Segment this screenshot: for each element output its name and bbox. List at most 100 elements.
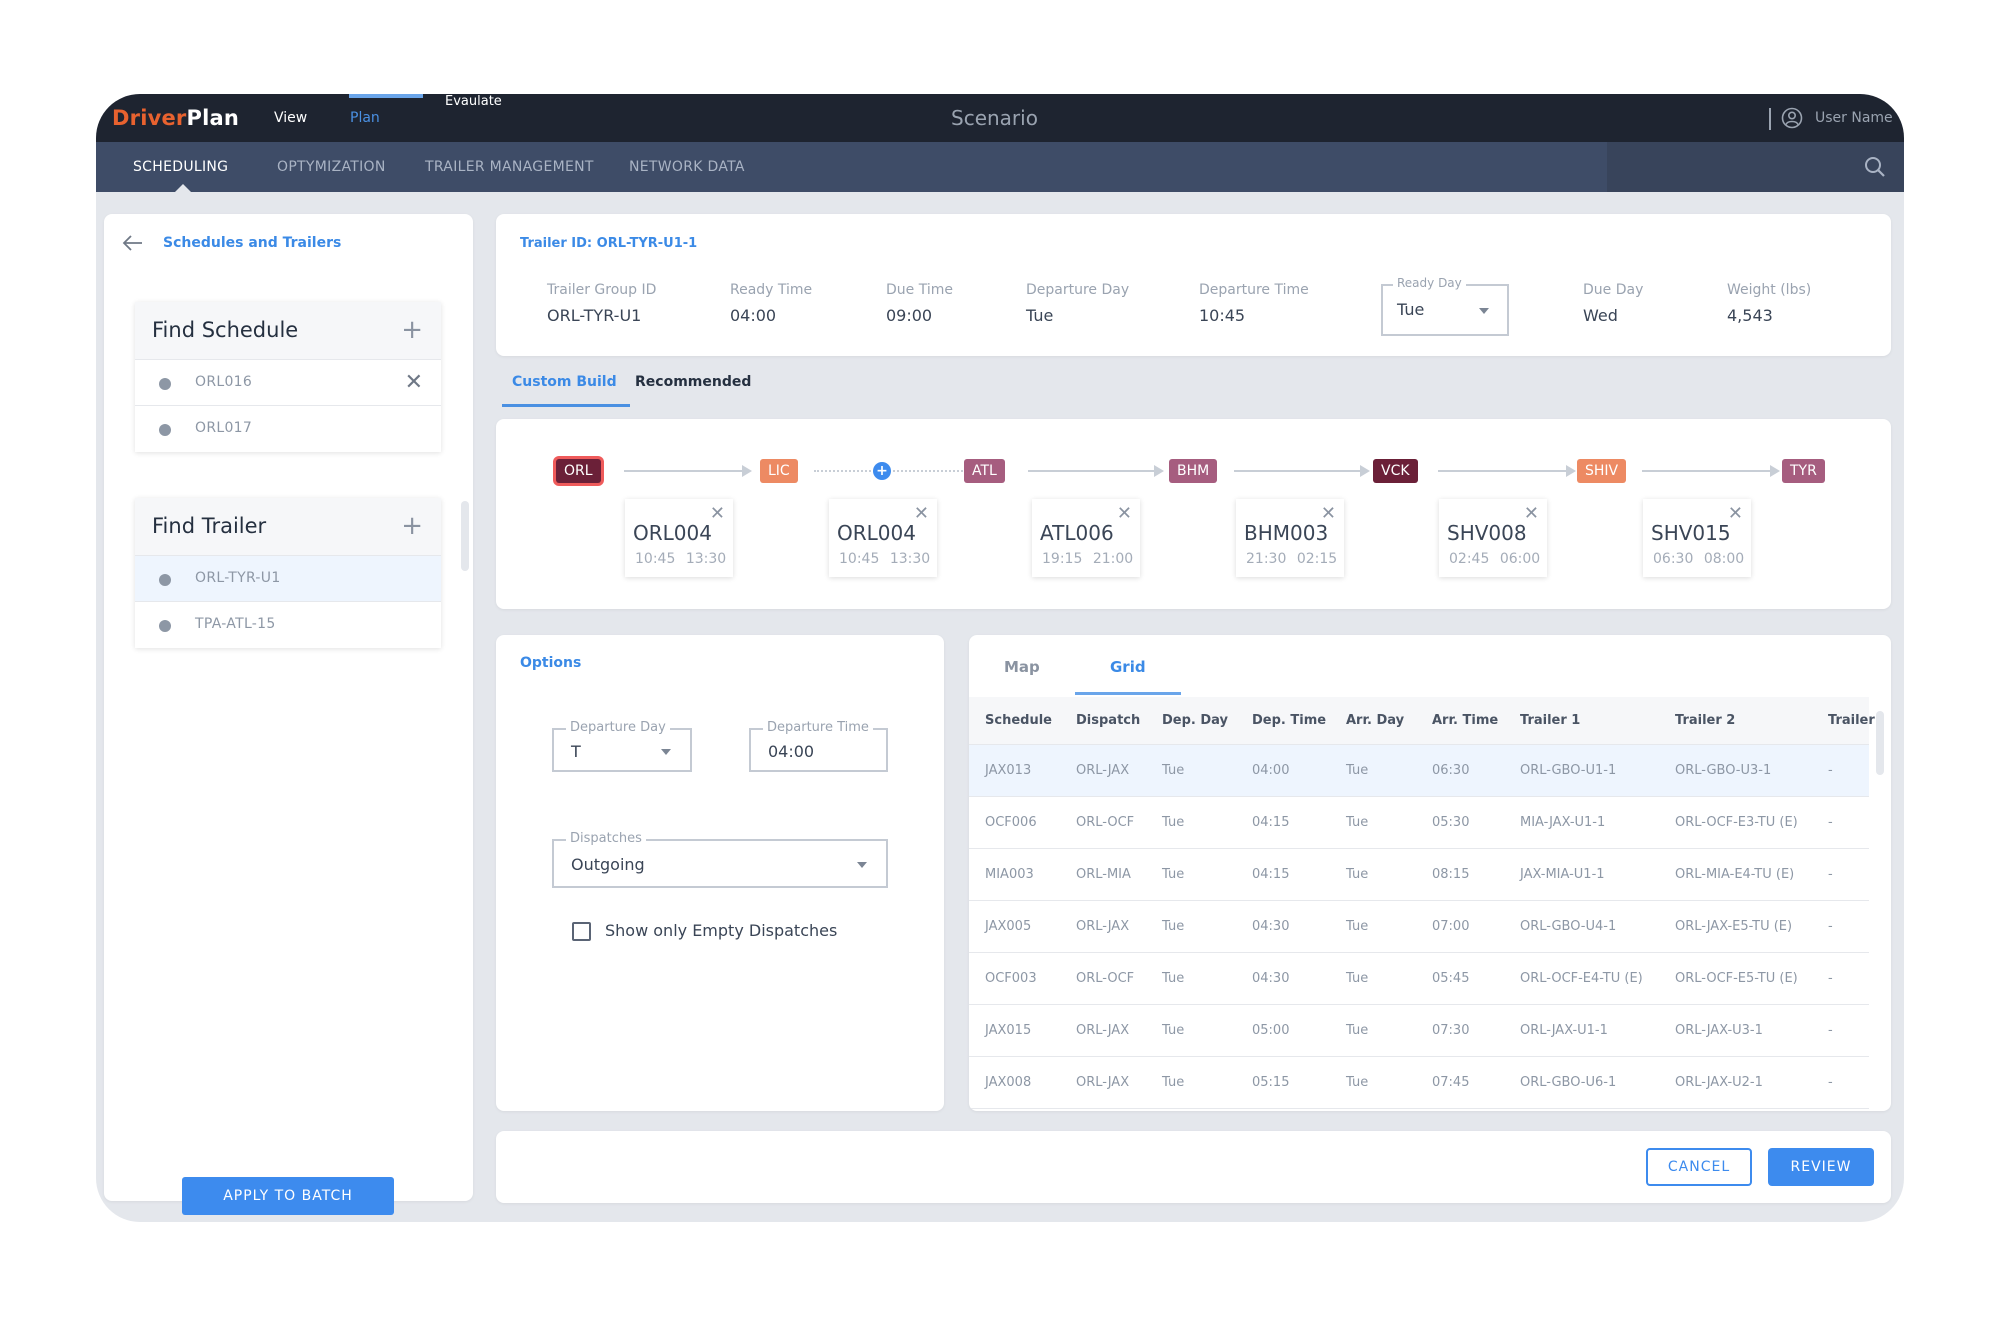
column-header[interactable]: Dispatch — [1076, 697, 1140, 745]
empty-dispatches-label[interactable]: Show only Empty Dispatches — [605, 921, 837, 940]
table-cell: ORL-JAX-E5-TU (E) — [1675, 919, 1793, 934]
sidebar-scrollbar[interactable] — [461, 501, 469, 571]
stop-badge[interactable]: TYR — [1782, 459, 1825, 483]
apply-to-batch-button[interactable]: APPLY TO BATCH — [182, 1177, 394, 1215]
schedule-times: 10:45 13:30 — [839, 551, 930, 567]
arrow-right-icon — [1154, 465, 1164, 477]
table-cell: - — [1828, 763, 1833, 778]
table-cell: JAX-MIA-U1-1 — [1520, 867, 1605, 882]
cancel-button[interactable]: CANCEL — [1646, 1148, 1752, 1186]
add-schedule-icon[interactable]: + — [401, 317, 423, 343]
action-footer: CANCEL REVIEW — [496, 1131, 1891, 1203]
add-trailer-icon[interactable]: + — [401, 513, 423, 539]
table-cell: Tue — [1346, 763, 1369, 778]
stop-badge[interactable]: VCK — [1373, 459, 1418, 483]
stop-badge[interactable]: LIC — [760, 459, 798, 483]
logo: DriverPlan — [112, 106, 239, 130]
active-tab-indicator — [502, 404, 630, 407]
nav-evaluate[interactable]: Evaulate — [445, 94, 502, 109]
remove-icon[interactable]: ✕ — [405, 370, 423, 395]
arrive-time: 21:00 — [1092, 551, 1134, 567]
close-icon[interactable]: ✕ — [914, 503, 929, 524]
table-row[interactable]: MIA003 ORL-MIA Tue 04:15 Tue 08:15 JAX-MIA-U1-… — [969, 849, 1869, 901]
schedule-card[interactable]: ✕ ORL004 10:45 13:30 — [829, 499, 937, 577]
empty-dispatches-checkbox[interactable] — [572, 922, 591, 941]
tab-custom-build[interactable]: Custom Build — [512, 374, 617, 390]
nav-view[interactable]: View — [274, 110, 307, 126]
arrive-time: 08:00 — [1703, 551, 1745, 567]
stop-badge[interactable]: ORL — [556, 459, 601, 483]
search-icon[interactable] — [1863, 155, 1887, 179]
schedule-name: ORL004 — [633, 521, 712, 545]
field-weight: Weight (lbs) 4,543 — [1727, 282, 1811, 325]
add-stop-button[interactable]: + — [873, 462, 891, 480]
table-row[interactable]: JAX013 ORL-JAX Tue 04:00 Tue 06:30 ORL-GBO-U1-… — [969, 745, 1869, 797]
review-button[interactable]: REVIEW — [1768, 1148, 1874, 1186]
page-title: Scenario — [951, 106, 1038, 130]
close-icon[interactable]: ✕ — [710, 503, 725, 524]
subnav-scheduling[interactable]: SCHEDULING — [133, 159, 228, 175]
table-row[interactable]: JAX008 ORL-JAX Tue 05:15 Tue 07:45 ORL-GBO-U6-… — [969, 1057, 1869, 1109]
tab-grid[interactable]: Grid — [1110, 658, 1146, 676]
column-header[interactable]: Dep. Time — [1252, 697, 1326, 745]
table-row[interactable]: OCF003 ORL-OCF Tue 04:30 Tue 05:45 ORL-OCF-E4-… — [969, 953, 1869, 1005]
table-cell: Tue — [1346, 1023, 1369, 1038]
trailer-list-item[interactable]: TPA-ATL-15 — [135, 602, 441, 648]
column-header[interactable]: Trailer 1 — [1520, 697, 1580, 745]
subnav-network-data[interactable]: NETWORK DATA — [629, 159, 745, 175]
column-header[interactable]: Arr. Time — [1432, 697, 1498, 745]
table-cell: JAX005 — [985, 919, 1032, 934]
sub-nav: SCHEDULING OPTYMIZATION TRAILER MANAGEME… — [96, 142, 1904, 192]
sidebar-panel: Schedules and Trailers Find Schedule + O… — [104, 214, 473, 1215]
table-cell: ORL-GBO-U3-1 — [1675, 763, 1772, 778]
status-dot-icon — [159, 574, 171, 586]
grid-scrollbar[interactable] — [1876, 711, 1884, 775]
subnav-optimization[interactable]: OPTYMIZATION — [277, 159, 386, 175]
column-header[interactable]: Dep. Day — [1162, 697, 1228, 745]
find-schedule-title: Find Schedule — [152, 318, 299, 342]
field-departure-day: Departure Day Tue — [1026, 282, 1129, 325]
sidebar-title[interactable]: Schedules and Trailers — [163, 235, 341, 251]
tab-map[interactable]: Map — [1004, 658, 1040, 676]
table-row[interactable]: JAX015 ORL-JAX Tue 05:00 Tue 07:30 ORL-JAX-U1-… — [969, 1005, 1869, 1057]
arrow-right-icon — [1770, 465, 1780, 477]
close-icon[interactable]: ✕ — [1117, 503, 1132, 524]
table-row[interactable]: OCF006 ORL-OCF Tue 04:15 Tue 05:30 MIA-JAX-U1-… — [969, 797, 1869, 849]
column-header[interactable]: Trailer 2 — [1675, 697, 1735, 745]
stop-badge[interactable]: ATL — [964, 459, 1005, 483]
schedule-name: SHV015 — [1651, 521, 1731, 545]
table-row[interactable]: JAX005 ORL-JAX Tue 04:30 Tue 07:00 ORL-GBO-U4-… — [969, 901, 1869, 953]
trailer-list-item[interactable]: ORL-TYR-U1 — [135, 556, 441, 602]
stop-badge[interactable]: SHIV — [1577, 459, 1627, 483]
ready-day-select[interactable]: Ready Day Tue — [1381, 276, 1509, 336]
schedule-card[interactable]: ✕ BHM003 21:30 02:15 — [1236, 499, 1344, 577]
column-header[interactable]: Trailer — [1828, 697, 1875, 745]
table-cell: ORL-JAX-U1-1 — [1520, 1023, 1608, 1038]
table-cell: ORL-MIA — [1076, 867, 1131, 882]
schedule-card[interactable]: ✕ SHV008 02:45 06:00 — [1439, 499, 1547, 577]
user-icon[interactable] — [1781, 107, 1803, 129]
tab-recommended[interactable]: Recommended — [635, 374, 751, 390]
nav-plan[interactable]: Plan — [350, 110, 380, 126]
schedule-list-item[interactable]: ORL017 — [135, 406, 441, 452]
back-arrow-icon[interactable] — [122, 234, 144, 252]
table-cell: 07:30 — [1432, 1023, 1470, 1038]
schedule-card[interactable]: ✕ ORL004 10:45 13:30 — [625, 499, 733, 577]
stop-badge[interactable]: BHM — [1169, 459, 1218, 483]
field-value: Outgoing — [571, 855, 645, 874]
schedule-list-item[interactable]: ORL016 ✕ — [135, 360, 441, 406]
user-name[interactable]: User Name — [1815, 110, 1893, 126]
departure-time-input[interactable]: Departure Time 04:00 — [749, 720, 888, 772]
table-cell: 05:30 — [1432, 815, 1470, 830]
table-cell: 07:45 — [1432, 1075, 1470, 1090]
field-value: 09:00 — [886, 306, 933, 325]
field-label: Due Time — [886, 282, 953, 298]
departure-day-select[interactable]: Departure Day T — [552, 720, 692, 772]
column-header[interactable]: Arr. Day — [1346, 697, 1404, 745]
schedule-card[interactable]: ✕ ATL006 19:15 21:00 — [1032, 499, 1140, 577]
schedule-card[interactable]: ✕ SHV015 06:30 08:00 — [1643, 499, 1751, 577]
field-value: 04:00 — [768, 742, 815, 761]
column-header[interactable]: Schedule — [985, 697, 1052, 745]
dispatches-select[interactable]: Dispatches Outgoing — [552, 831, 888, 888]
subnav-trailer-management[interactable]: TRAILER MANAGEMENT — [425, 159, 594, 175]
